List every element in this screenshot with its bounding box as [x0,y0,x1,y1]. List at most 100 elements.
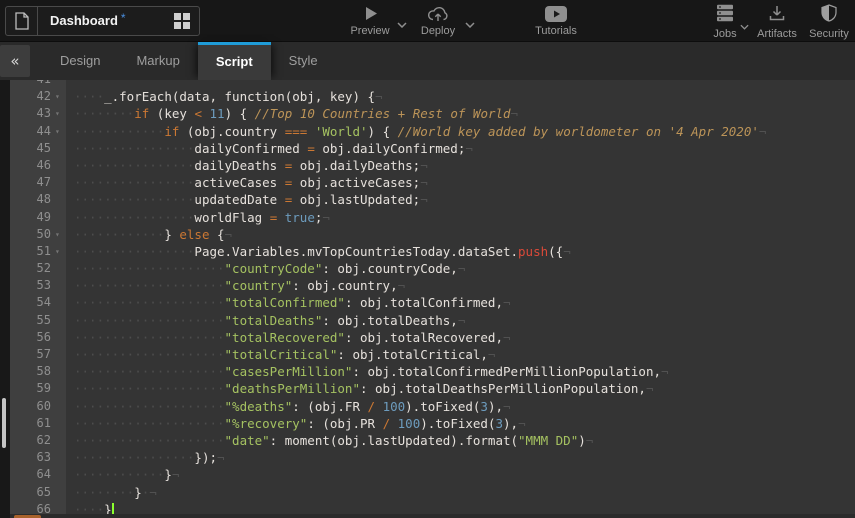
fold-arrow-icon[interactable]: ▾ [53,243,66,260]
code-text[interactable]: ····················"countryCode": obj.c… [66,260,465,277]
gutter-cell[interactable]: 46 [10,157,66,174]
gutter-cell[interactable]: 57 [10,346,66,363]
page-selector[interactable]: Dashboard * [5,6,200,36]
artifacts-button[interactable]: Artifacts [756,4,798,40]
code-line[interactable]: 54····················"totalConfirmed": … [10,294,855,311]
security-button[interactable]: Security [808,4,850,40]
code-text[interactable]: ····················"totalDeaths": obj.t… [66,312,465,329]
code-text[interactable]: ····················"totalRecovered": ob… [66,329,511,346]
gutter-cell[interactable]: 48 [10,191,66,208]
gutter-cell[interactable]: 59 [10,380,66,397]
tab-style[interactable]: Style [271,42,336,80]
gutter-cell[interactable]: 51▾ [10,243,66,260]
gutter-cell[interactable]: 55 [10,312,66,329]
preview-button[interactable]: Preview [341,4,399,37]
code-text[interactable]: ····················"casesPerMillion": o… [66,363,669,380]
gutter-cell[interactable]: 47 [10,174,66,191]
code-line[interactable]: 57····················"totalCritical": o… [10,346,855,363]
chevron-down-icon[interactable] [465,15,475,33]
code-line[interactable]: 63················});¬ [10,449,855,466]
code-line[interactable]: 61····················"%recovery": (obj.… [10,415,855,432]
tab-script[interactable]: Script [198,42,271,80]
code-text[interactable]: ····················"country": obj.count… [66,277,405,294]
code-line[interactable]: 53····················"country": obj.cou… [10,277,855,294]
gutter-cell[interactable]: 60 [10,398,66,415]
fold-arrow-icon[interactable]: ▾ [53,105,66,122]
code-line[interactable]: 44▾············if (obj.country === 'Worl… [10,123,855,140]
tutorials-button[interactable]: Tutorials [523,4,589,37]
left-scrollbar-thumb[interactable] [2,398,6,448]
code-line[interactable]: 65········}·¬ [10,484,855,501]
gutter-cell[interactable]: 63 [10,449,66,466]
fold-arrow-icon[interactable]: ▾ [53,226,66,243]
code-text[interactable]: ····················"%recovery": (obj.PR… [66,415,526,432]
code-text[interactable]: ····················"date": moment(obj.l… [66,432,593,449]
gutter-cell[interactable]: 41 [10,80,66,88]
document-icon[interactable] [6,7,38,35]
fold-arrow-icon[interactable]: ▾ [53,123,66,140]
gutter-cell[interactable]: 61 [10,415,66,432]
gutter-cell[interactable]: 65 [10,484,66,501]
code-line[interactable]: 46················dailyDeaths = obj.dail… [10,157,855,174]
deploy-button[interactable]: Deploy [409,4,467,37]
code-text[interactable]: ········if (key < 11) { //Top 10 Countri… [66,105,518,122]
gutter-cell[interactable]: 53 [10,277,66,294]
code-text[interactable] [66,80,74,88]
gutter-cell[interactable]: 50▾ [10,226,66,243]
gutter-cell[interactable]: 52 [10,260,66,277]
code-line[interactable]: 52····················"countryCode": obj… [10,260,855,277]
code-line[interactable]: 49················worldFlag = true;¬ [10,209,855,226]
code-line[interactable]: 50▾············} else {¬ [10,226,855,243]
code-text[interactable]: ················worldFlag = true;¬ [66,209,330,226]
code-line[interactable]: 47················activeCases = obj.acti… [10,174,855,191]
code-text[interactable]: ············}¬ [66,466,179,483]
code-text[interactable]: ················Page.Variables.mvTopCoun… [66,243,571,260]
code-line[interactable]: 59····················"deathsPerMillion"… [10,380,855,397]
gutter-cell[interactable]: 43▾ [10,105,66,122]
code-text[interactable]: ················dailyConfirmed = obj.dai… [66,140,473,157]
tab-markup[interactable]: Markup [118,42,197,80]
code-line[interactable]: 64············}¬ [10,466,855,483]
code-line[interactable]: 62····················"date": moment(obj… [10,432,855,449]
tab-design[interactable]: Design [42,42,118,80]
fold-arrow-icon[interactable]: ▾ [53,88,66,105]
code-line[interactable]: 45················dailyConfirmed = obj.d… [10,140,855,157]
code-text[interactable]: ····················"totalConfirmed": ob… [66,294,511,311]
code-line[interactable]: 51▾················Page.Variables.mvTopC… [10,243,855,260]
code-text[interactable]: ················});¬ [66,449,225,466]
code-line[interactable]: 56····················"totalRecovered": … [10,329,855,346]
collapse-panel-button[interactable]: « [0,45,30,77]
code-text[interactable]: ················dailyDeaths = obj.dailyD… [66,157,428,174]
code-line[interactable]: 58····················"casesPerMillion":… [10,363,855,380]
gutter-cell[interactable]: 44▾ [10,123,66,140]
code-line[interactable]: 48················updatedDate = obj.last… [10,191,855,208]
code-text[interactable]: ················updatedDate = obj.lastUp… [66,191,428,208]
code-text[interactable]: ················activeCases = obj.active… [66,174,428,191]
code-text[interactable]: ········}·¬ [66,484,157,501]
gutter-cell[interactable]: 56 [10,329,66,346]
code-editor-viewport[interactable]: 4142▾····_.forEach(data, function(obj, k… [10,80,855,518]
horizontal-scrollbar-track[interactable] [10,514,855,518]
gutter-cell[interactable]: 66 [10,501,66,518]
code-text[interactable]: ····················"totalCritical": obj… [66,346,495,363]
gutter-cell[interactable]: 45 [10,140,66,157]
code-text[interactable]: ····················"deathsPerMillion": … [66,380,654,397]
code-line[interactable]: 43▾········if (key < 11) { //Top 10 Coun… [10,105,855,122]
gutter-cell[interactable]: 49 [10,209,66,226]
jobs-button[interactable]: Jobs [704,4,746,40]
gutter-cell[interactable]: 64 [10,466,66,483]
gutter-cell[interactable]: 54 [10,294,66,311]
code-line[interactable]: 41 [10,80,855,88]
code-text[interactable]: ····················"%deaths": (obj.FR /… [66,398,511,415]
code-line[interactable]: 55····················"totalDeaths": obj… [10,312,855,329]
chevron-down-icon[interactable] [397,15,407,33]
gutter-cell[interactable]: 42▾ [10,88,66,105]
code-text[interactable]: ····_.forEach(data, function(obj, key) {… [66,88,383,105]
code-line[interactable]: 42▾····_.forEach(data, function(obj, key… [10,88,855,105]
gutter-cell[interactable]: 58 [10,363,66,380]
code-text[interactable]: ············if (obj.country === 'World')… [66,123,766,140]
grid-icon[interactable] [174,13,190,29]
code-line[interactable]: 60····················"%deaths": (obj.FR… [10,398,855,415]
gutter-cell[interactable]: 62 [10,432,66,449]
chevron-down-icon[interactable] [740,17,749,35]
